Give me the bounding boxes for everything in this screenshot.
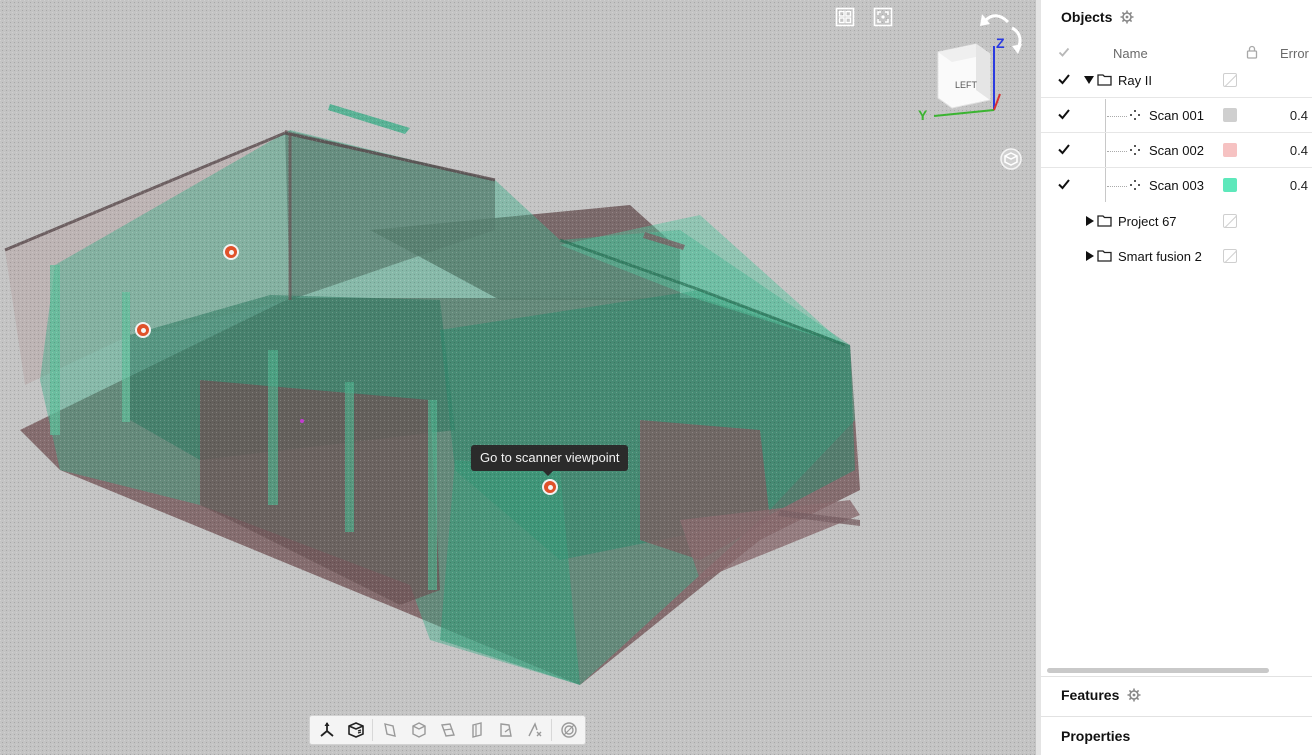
split-view-button[interactable] [834, 6, 856, 28]
properties-title: Properties [1061, 728, 1131, 744]
tree-row-project-67[interactable]: Project 67 [1041, 204, 1312, 239]
home-view-button[interactable] [1000, 148, 1022, 170]
gear-icon[interactable] [1120, 10, 1134, 24]
error-value: 0.4 [1289, 108, 1308, 123]
ring-icon [560, 722, 577, 738]
distance-icon [527, 722, 541, 737]
column-error: Error [1280, 46, 1309, 61]
color-swatch-empty[interactable] [1223, 73, 1237, 87]
point-cloud-icon [1130, 110, 1140, 120]
tree-row-label: Scan 003 [1149, 178, 1204, 193]
visibility-checkbox[interactable] [1057, 142, 1071, 156]
folder-icon [1097, 250, 1112, 262]
objects-title: Objects [1061, 9, 1113, 25]
folder-icon [1097, 215, 1112, 227]
fit-view-button[interactable] [872, 6, 894, 28]
caret-down-icon[interactable] [1084, 76, 1094, 84]
3d-viewport[interactable]: LEFT Z Y Go to scanner viewpoint [0, 0, 1036, 755]
cut-plane-button[interactable] [375, 716, 404, 744]
viewpoint-tooltip: Go to scanner viewpoint [471, 445, 629, 476]
tree-row-scan-003[interactable]: Scan 003 0.4 [1041, 168, 1312, 203]
move-gizmo-icon [319, 722, 334, 737]
viewcube-face-label: LEFT [955, 80, 978, 90]
properties-header[interactable]: Properties [1061, 728, 1130, 744]
distance-button[interactable] [520, 716, 549, 744]
objects-column-header: Name Error [1041, 43, 1312, 63]
toolbar-separator [551, 719, 552, 741]
split-view-icon [835, 7, 855, 27]
objects-header: Objects [1061, 9, 1134, 25]
rotate-down-icon[interactable] [1011, 26, 1022, 54]
tree-row-smart-fusion-2[interactable]: Smart fusion 2 [1041, 239, 1312, 274]
fit-view-icon [873, 7, 893, 27]
tree-row-label: Project 67 [1118, 214, 1177, 229]
section-button[interactable] [433, 716, 462, 744]
tree-row-scan-001[interactable]: Scan 001 0.4 [1041, 98, 1312, 133]
scanner-viewpoint-marker[interactable] [135, 322, 151, 338]
color-swatch-empty[interactable] [1223, 214, 1237, 228]
clip-box-icon [411, 722, 426, 738]
gear-icon[interactable] [1127, 688, 1141, 702]
features-title: Features [1061, 687, 1120, 703]
tree-connector [1107, 186, 1127, 187]
axis-z-label: Z [996, 35, 1005, 51]
tree-row-scan-002[interactable]: Scan 002 0.4 [1041, 133, 1312, 168]
cut-plane-icon [383, 723, 396, 737]
lock-icon[interactable] [1246, 45, 1258, 59]
measure-icon [499, 723, 512, 737]
measure-button[interactable] [491, 716, 520, 744]
section-icon [440, 723, 455, 737]
slice-icon [471, 722, 482, 738]
caret-right-icon[interactable] [1086, 251, 1094, 261]
clip-box-button[interactable] [404, 716, 433, 744]
error-value: 0.4 [1289, 143, 1308, 158]
side-panel: Objects Name Error Ray II Scan 001 0.4 S… [1036, 0, 1312, 755]
color-swatch[interactable] [1223, 108, 1237, 122]
move-gizmo-button[interactable] [312, 716, 341, 744]
scanner-viewpoint-marker[interactable] [223, 244, 239, 260]
axis-y-label: Y [918, 107, 928, 123]
color-swatch[interactable] [1223, 178, 1237, 192]
point-cloud-icon [1130, 145, 1140, 155]
box-view-icon [347, 722, 364, 738]
point-cloud-render [0, 0, 1036, 755]
tree-row-label: Smart fusion 2 [1118, 249, 1202, 264]
visibility-checkbox[interactable] [1057, 72, 1071, 86]
section-divider [1041, 676, 1312, 677]
section-divider [1041, 716, 1312, 717]
box-view-button[interactable] [341, 716, 370, 744]
view-cube[interactable]: LEFT Z Y [912, 6, 1030, 124]
tree-row-label: Ray II [1118, 73, 1152, 88]
view-toolbar [309, 715, 586, 745]
visibility-checkbox[interactable] [1057, 177, 1071, 191]
visibility-checkbox[interactable] [1057, 107, 1071, 121]
ring-button[interactable] [554, 716, 583, 744]
caret-right-icon[interactable] [1086, 216, 1094, 226]
tree-row-label: Scan 002 [1149, 143, 1204, 158]
slice-button[interactable] [462, 716, 491, 744]
check-all-icon[interactable] [1058, 46, 1070, 58]
color-swatch[interactable] [1223, 143, 1237, 157]
tree-row-ray-ii[interactable]: Ray II [1041, 63, 1312, 98]
features-header[interactable]: Features [1061, 687, 1141, 703]
scanner-viewpoint-marker[interactable] [542, 479, 558, 495]
tree-connector [1107, 116, 1127, 117]
tree-connector [1107, 151, 1127, 152]
point-cloud-icon [1130, 180, 1140, 190]
toolbar-separator [372, 719, 373, 741]
color-swatch-empty[interactable] [1223, 249, 1237, 263]
folder-icon [1097, 74, 1112, 86]
horizontal-scrollbar[interactable] [1047, 668, 1269, 673]
column-name: Name [1113, 46, 1148, 61]
error-value: 0.4 [1289, 178, 1308, 193]
cube-home-icon [1000, 148, 1022, 170]
rotate-left-icon[interactable] [980, 14, 1010, 26]
tree-row-label: Scan 001 [1149, 108, 1204, 123]
